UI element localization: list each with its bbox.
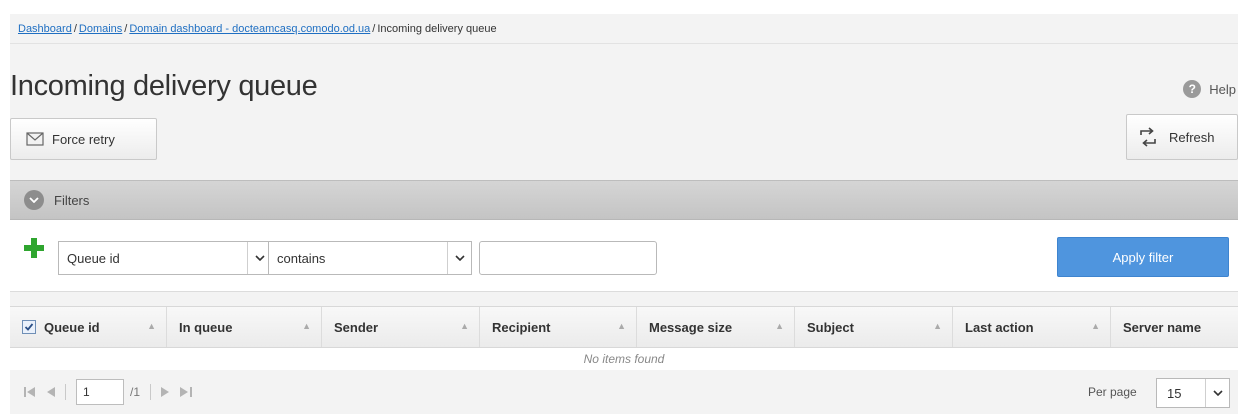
column-header-recipient[interactable]: Recipient ▲ bbox=[480, 307, 637, 347]
sort-icon: ▲ bbox=[460, 321, 469, 331]
refresh-button[interactable]: Refresh bbox=[1126, 114, 1238, 160]
column-header-last-action[interactable]: Last action ▲ bbox=[953, 307, 1111, 347]
filters-toggle[interactable]: Filters bbox=[10, 180, 1238, 220]
refresh-icon bbox=[1140, 127, 1156, 147]
force-retry-button[interactable]: Force retry bbox=[10, 118, 157, 160]
help-icon: ? bbox=[1183, 80, 1202, 98]
breadcrumb-link-dashboard[interactable]: Dashboard bbox=[18, 23, 72, 35]
envelope-icon bbox=[26, 132, 44, 146]
filter-row: Queue id contains Apply filter bbox=[10, 220, 1238, 292]
main-content: Incoming delivery queue ? Help Force ret… bbox=[10, 44, 1238, 414]
breadcrumb-current: Incoming delivery queue bbox=[377, 23, 497, 35]
column-header-message-size[interactable]: Message size ▲ bbox=[637, 307, 795, 347]
sort-icon: ▲ bbox=[302, 321, 311, 331]
column-label: Recipient bbox=[492, 319, 551, 335]
sort-icon: ▲ bbox=[933, 321, 942, 331]
total-pages: /1 bbox=[130, 385, 141, 399]
breadcrumb: Dashboard / Domains / Domain dashboard - doc… bbox=[10, 14, 1238, 44]
page: Dashboard / Domains / Domain dashboard - doc… bbox=[0, 0, 1238, 414]
help-link[interactable]: ? Help bbox=[1183, 80, 1236, 98]
column-label: Sender bbox=[334, 319, 379, 335]
breadcrumb-link-domain-dashboard[interactable]: Domain dashboard - docteamcasq.comodo.od… bbox=[129, 23, 370, 35]
filter-operator-select[interactable]: contains bbox=[268, 241, 472, 275]
table-header: Queue id ▲ In queue ▲ Sender ▲ Recipient… bbox=[10, 306, 1238, 348]
filter-field-select[interactable]: Queue id bbox=[58, 241, 272, 275]
column-label: In queue bbox=[179, 319, 233, 335]
filter-operator-value: contains bbox=[277, 250, 326, 266]
pagination: 1 /1 Per page 15 bbox=[10, 370, 1238, 414]
apply-filter-button[interactable]: Apply filter bbox=[1057, 237, 1229, 277]
column-header-server-name[interactable]: Server name bbox=[1111, 307, 1238, 347]
column-label: Subject bbox=[807, 319, 854, 335]
filter-field-value: Queue id bbox=[67, 250, 120, 266]
breadcrumb-separator: / bbox=[73, 23, 77, 35]
sort-icon: ▲ bbox=[1091, 321, 1100, 331]
divider bbox=[65, 384, 66, 400]
filter-value-input[interactable] bbox=[479, 241, 657, 275]
next-page-icon[interactable] bbox=[161, 387, 170, 397]
column-label: Message size bbox=[649, 319, 733, 335]
column-header-queue-id[interactable]: Queue id ▲ bbox=[10, 307, 167, 347]
sort-icon: ▲ bbox=[617, 321, 626, 331]
force-retry-label: Force retry bbox=[52, 131, 115, 147]
refresh-label: Refresh bbox=[1169, 129, 1215, 145]
last-page-icon[interactable] bbox=[180, 387, 193, 397]
first-page-icon[interactable] bbox=[24, 387, 36, 397]
column-label: Queue id bbox=[44, 319, 100, 335]
sort-icon: ▲ bbox=[147, 321, 156, 331]
plus-icon[interactable] bbox=[22, 236, 46, 260]
column-header-subject[interactable]: Subject ▲ bbox=[795, 307, 953, 347]
help-label: Help bbox=[1209, 81, 1236, 97]
per-page-value: 15 bbox=[1167, 385, 1182, 401]
select-all-checkbox[interactable] bbox=[22, 320, 36, 334]
page-number-input[interactable]: 1 bbox=[76, 379, 124, 405]
chevron-down-icon bbox=[1205, 379, 1229, 407]
column-label: Server name bbox=[1123, 319, 1202, 335]
empty-message: No items found bbox=[10, 348, 1238, 370]
sort-icon: ▲ bbox=[775, 321, 784, 331]
breadcrumb-link-domains[interactable]: Domains bbox=[79, 23, 122, 35]
page-title: Incoming delivery queue bbox=[10, 70, 318, 102]
per-page-select[interactable]: 15 bbox=[1156, 378, 1230, 408]
previous-page-icon[interactable] bbox=[46, 387, 55, 397]
column-header-sender[interactable]: Sender ▲ bbox=[322, 307, 480, 347]
chevron-circle-icon bbox=[24, 190, 44, 210]
chevron-down-icon bbox=[447, 242, 471, 274]
column-label: Last action bbox=[965, 319, 1034, 335]
column-header-in-queue[interactable]: In queue ▲ bbox=[167, 307, 322, 347]
filters-label: Filters bbox=[54, 192, 90, 208]
divider bbox=[150, 384, 152, 400]
per-page-label: Per page bbox=[1088, 385, 1137, 399]
